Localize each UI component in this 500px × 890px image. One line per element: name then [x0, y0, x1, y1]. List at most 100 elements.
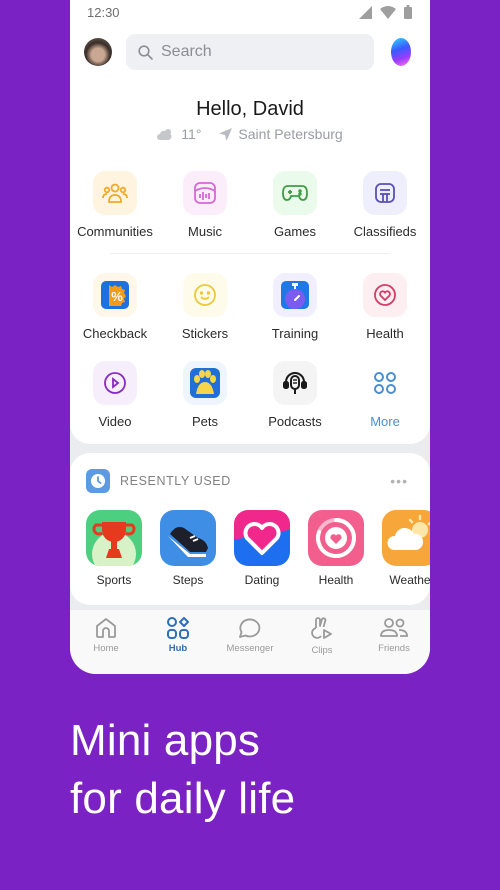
recent-app-label: Weathe: [389, 573, 430, 587]
checkback-tile: %: [93, 273, 137, 317]
headline-line-1: Mini apps: [70, 716, 261, 765]
recent-app-label: Dating: [244, 573, 280, 587]
health-icon: [374, 284, 396, 306]
greeting-title: Hello, David: [196, 98, 304, 120]
voice-assistant-button[interactable]: [391, 38, 411, 66]
service-games[interactable]: Games: [250, 171, 340, 239]
games-tile: [273, 171, 317, 215]
weather-app-icon: [382, 510, 430, 566]
friends-icon: [380, 618, 408, 637]
service-label: Classifieds: [353, 224, 417, 239]
music-tile: [183, 171, 227, 215]
recent-app-label: Sports: [96, 573, 132, 587]
partly-cloudy-icon: [157, 129, 172, 140]
games-icon: [282, 185, 308, 201]
tab-label: Friends: [378, 643, 410, 654]
location[interactable]: Saint Petersburg: [219, 126, 343, 142]
health-tile: [363, 273, 407, 317]
wifi-icon: [380, 5, 396, 19]
location-name: Saint Petersburg: [238, 126, 343, 142]
video-tile: [93, 361, 137, 405]
sneaker-icon: [168, 526, 208, 557]
weather-row: 11° Saint Petersburg: [70, 126, 430, 142]
video-icon: [104, 372, 126, 394]
service-label: Pets: [191, 414, 218, 429]
sports-app-icon: [86, 510, 142, 566]
hub-icon: [167, 617, 189, 639]
promo-headline: Mini apps for daily life: [70, 712, 295, 828]
phone-screen: 12:30 Hello, David 11° Saint Petersburg: [70, 0, 430, 674]
search-icon: [138, 44, 153, 60]
svg-text:%: %: [111, 289, 123, 304]
service-classifieds[interactable]: Classifieds: [340, 171, 430, 239]
tab-label: Clips: [311, 645, 333, 656]
service-label: Games: [274, 224, 316, 239]
tab-clips[interactable]: Clips: [286, 610, 358, 674]
service-stickers[interactable]: Stickers: [160, 273, 250, 341]
tab-friends[interactable]: Friends: [358, 610, 430, 674]
search-row: [70, 34, 430, 72]
health-app-icon: [308, 510, 364, 566]
tab-hub[interactable]: Hub: [142, 610, 214, 674]
checkback-icon: %: [101, 281, 129, 309]
status-icons: [359, 5, 412, 19]
service-label: Checkback: [82, 326, 148, 341]
status-time: 12:30: [87, 5, 120, 20]
status-bar: 12:30: [70, 0, 430, 26]
more-tile: [363, 361, 407, 405]
service-checkback[interactable]: % Checkback: [70, 273, 160, 341]
more-options-icon[interactable]: •••: [390, 473, 408, 489]
service-label: Communities: [77, 224, 153, 239]
services-row-3: Video Pets Podcasts More: [70, 361, 430, 429]
training-icon: [281, 281, 309, 309]
service-label: Music: [188, 224, 222, 239]
health-ring-icon: [315, 518, 356, 558]
avatar[interactable]: [84, 38, 112, 66]
section-divider: [110, 253, 390, 254]
communities-tile: [93, 171, 137, 215]
classifieds-tile: [363, 171, 407, 215]
recent-app-health[interactable]: Health: [308, 510, 364, 587]
tab-label: Messenger: [226, 643, 274, 654]
service-label: More: [370, 414, 400, 429]
search-input[interactable]: [161, 43, 361, 61]
tab-home[interactable]: Home: [70, 610, 142, 674]
headline-line-2: for daily life: [70, 774, 296, 823]
communities-icon: [102, 183, 128, 203]
service-training[interactable]: Training: [250, 273, 340, 341]
recent-app-weather[interactable]: Weathe: [382, 510, 430, 587]
tab-messenger[interactable]: Messenger: [214, 610, 286, 674]
search-box[interactable]: [126, 34, 374, 70]
messenger-icon: [239, 618, 261, 638]
more-grid-icon: [374, 372, 396, 394]
weather-temperature: 11°: [181, 126, 202, 142]
clips-icon: [311, 617, 332, 639]
pets-icon: [190, 368, 220, 398]
service-label: Podcasts: [268, 414, 322, 429]
recent-app-dating[interactable]: Dating: [234, 510, 290, 587]
clock-icon: [86, 469, 110, 493]
trophy-icon: [92, 522, 136, 566]
service-more[interactable]: More: [340, 361, 430, 429]
podcasts-icon: [283, 372, 307, 394]
recently-used-list[interactable]: Sports Steps Dating Health Weathe: [86, 510, 430, 587]
recently-used-card: RESENTLY USED ••• Sports Steps Dating He…: [70, 453, 430, 605]
stickers-icon: [194, 284, 216, 306]
recent-app-sports[interactable]: Sports: [86, 510, 142, 587]
training-tile: [273, 273, 317, 317]
classifieds-icon: [375, 183, 395, 203]
service-pets[interactable]: Pets: [160, 361, 250, 429]
service-podcasts[interactable]: Podcasts: [250, 361, 340, 429]
recent-app-label: Steps: [172, 573, 204, 587]
recently-used-header: RESENTLY USED •••: [86, 469, 416, 493]
service-communities[interactable]: Communities: [70, 171, 160, 239]
services-row-1: Communities Music Games Classifieds: [70, 171, 430, 239]
service-music[interactable]: Music: [160, 171, 250, 239]
service-health[interactable]: Health: [340, 273, 430, 341]
recently-used-title: RESENTLY USED: [120, 474, 231, 488]
service-video[interactable]: Video: [70, 361, 160, 429]
hub-top-card: 12:30 Hello, David 11° Saint Petersburg: [70, 0, 430, 444]
music-icon: [194, 182, 216, 204]
heart-icon: [243, 522, 281, 555]
recent-app-steps[interactable]: Steps: [160, 510, 216, 587]
